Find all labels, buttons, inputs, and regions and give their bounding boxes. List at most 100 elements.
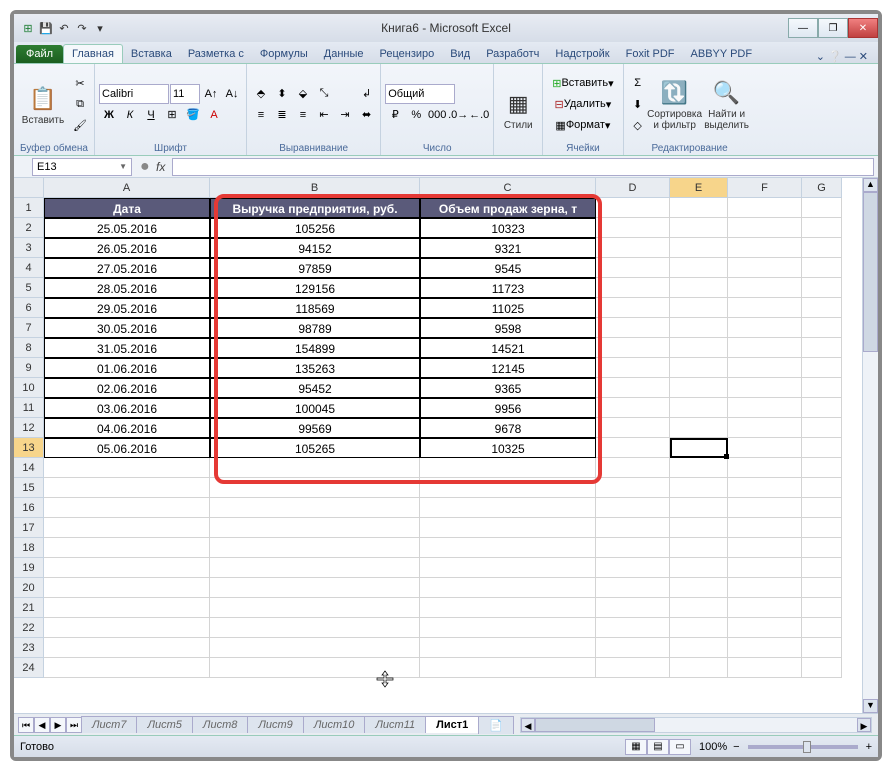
row-header[interactable]: 18	[14, 538, 44, 558]
font-color-icon[interactable]: A	[204, 105, 224, 125]
cell[interactable]	[670, 518, 728, 538]
cell[interactable]	[728, 398, 802, 418]
row-header[interactable]: 15	[14, 478, 44, 498]
cell[interactable]	[596, 618, 670, 638]
cell[interactable]	[728, 538, 802, 558]
cell[interactable]	[670, 618, 728, 638]
minimize-button[interactable]: —	[788, 18, 818, 38]
cell[interactable]: 25.05.2016	[44, 218, 210, 238]
sheet-nav-prev-icon[interactable]: ◀	[34, 717, 50, 733]
cell[interactable]	[44, 498, 210, 518]
col-header-F[interactable]: F	[728, 178, 802, 198]
row-header[interactable]: 9	[14, 358, 44, 378]
cell[interactable]	[420, 618, 596, 638]
ribbon-help[interactable]: ⌄ ❔ — ✕	[816, 50, 878, 63]
autosum-icon[interactable]: Σ	[628, 73, 648, 93]
cell[interactable]	[802, 258, 842, 278]
row-header[interactable]: 7	[14, 318, 44, 338]
sheet-nav-next-icon[interactable]: ▶	[50, 717, 66, 733]
row-header[interactable]: 23	[14, 638, 44, 658]
tab-home[interactable]: Главная	[63, 44, 123, 63]
cell[interactable]	[802, 538, 842, 558]
row-header[interactable]: 10	[14, 378, 44, 398]
cell[interactable]	[670, 318, 728, 338]
cell[interactable]	[596, 638, 670, 658]
tab-formulas[interactable]: Формулы	[252, 45, 316, 63]
inc-decimal-icon[interactable]: .0→	[448, 105, 468, 125]
sheet-tab[interactable]: Лист7	[81, 716, 137, 733]
cell[interactable]	[420, 538, 596, 558]
cell[interactable]	[802, 438, 842, 458]
cell[interactable]: 31.05.2016	[44, 338, 210, 358]
cell[interactable]	[802, 518, 842, 538]
wrap-text-button[interactable]: ↲	[357, 84, 376, 104]
cell[interactable]	[670, 358, 728, 378]
zoom-thumb[interactable]	[803, 741, 811, 753]
row-header[interactable]: 11	[14, 398, 44, 418]
align-bottom-icon[interactable]: ⬙	[293, 84, 313, 104]
cell[interactable]	[596, 458, 670, 478]
cell[interactable]	[728, 238, 802, 258]
cell[interactable]	[802, 378, 842, 398]
cell[interactable]	[210, 498, 420, 518]
undo-icon[interactable]: ↶	[56, 20, 72, 36]
find-select-button[interactable]: 🔍 Найти и выделить	[702, 71, 752, 137]
cell[interactable]	[44, 618, 210, 638]
zoom-in-button[interactable]: +	[866, 741, 872, 753]
cell[interactable]: 118569	[210, 298, 420, 318]
cell[interactable]	[728, 198, 802, 218]
cell[interactable]	[802, 658, 842, 678]
cell[interactable]	[596, 498, 670, 518]
view-break-icon[interactable]: ▭	[669, 739, 691, 755]
cell[interactable]	[728, 658, 802, 678]
cell[interactable]	[802, 278, 842, 298]
align-right-icon[interactable]: ≡	[293, 105, 313, 125]
row-header[interactable]: 21	[14, 598, 44, 618]
insert-cells-button[interactable]: ⊞ Вставить ▾	[547, 73, 618, 93]
cell[interactable]: 28.05.2016	[44, 278, 210, 298]
col-header-B[interactable]: B	[210, 178, 420, 198]
cell[interactable]: 12145	[420, 358, 596, 378]
cell[interactable]: 29.05.2016	[44, 298, 210, 318]
cell[interactable]	[728, 438, 802, 458]
cell[interactable]	[596, 358, 670, 378]
cell[interactable]	[420, 598, 596, 618]
col-header-E[interactable]: E	[670, 178, 728, 198]
cell[interactable]: 99569	[210, 418, 420, 438]
cell[interactable]	[670, 538, 728, 558]
row-header[interactable]: 2	[14, 218, 44, 238]
cell[interactable]	[728, 338, 802, 358]
cell[interactable]	[670, 438, 728, 458]
cell[interactable]	[728, 218, 802, 238]
sheet-tab[interactable]: Лист5	[136, 716, 192, 733]
orientation-icon[interactable]: ⤡	[314, 84, 334, 104]
cell[interactable]	[728, 458, 802, 478]
cell[interactable]	[420, 558, 596, 578]
cell[interactable]	[596, 238, 670, 258]
cell[interactable]	[728, 498, 802, 518]
cell[interactable]	[44, 578, 210, 598]
fill-icon[interactable]: ⬇	[628, 94, 648, 114]
cell[interactable]	[670, 418, 728, 438]
cell[interactable]	[802, 418, 842, 438]
scroll-down-icon[interactable]: ▼	[863, 699, 878, 713]
cell[interactable]	[728, 418, 802, 438]
scroll-up-icon[interactable]: ▲	[863, 178, 878, 192]
cell[interactable]	[802, 338, 842, 358]
cell[interactable]	[728, 378, 802, 398]
merge-button[interactable]: ⬌	[357, 105, 376, 125]
cell[interactable]	[802, 478, 842, 498]
cell[interactable]	[596, 398, 670, 418]
cell[interactable]: 10323	[420, 218, 596, 238]
row-header[interactable]: 14	[14, 458, 44, 478]
bold-button[interactable]: Ж	[99, 105, 119, 125]
indent-dec-icon[interactable]: ⇤	[314, 105, 334, 125]
scroll-right-icon[interactable]: ▶	[857, 718, 871, 732]
cell[interactable]: 03.06.2016	[44, 398, 210, 418]
border-icon[interactable]: ⊞	[162, 105, 182, 125]
cell[interactable]	[670, 398, 728, 418]
cell[interactable]	[420, 658, 596, 678]
cell[interactable]	[596, 418, 670, 438]
formula-input[interactable]	[172, 158, 874, 176]
col-header-C[interactable]: C	[420, 178, 596, 198]
